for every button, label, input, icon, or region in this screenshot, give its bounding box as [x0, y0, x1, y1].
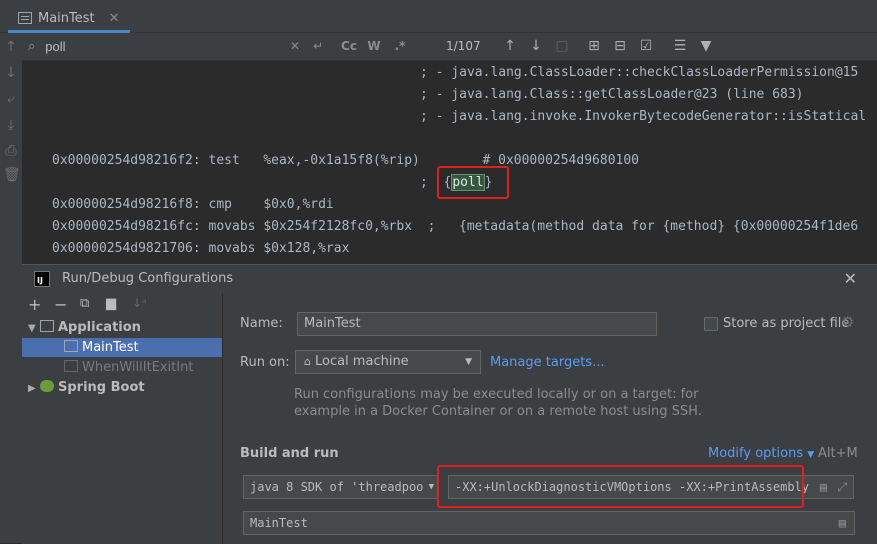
filter-results-icon[interactable]: ☰: [670, 36, 690, 56]
poll-annotation-box: [437, 166, 509, 199]
modify-options-link[interactable]: Modify options ▼: [708, 446, 814, 461]
code-line: ; - java.lang.invoke.InvokerBytecodeGene…: [420, 109, 867, 124]
sort-icon[interactable]: ↓ᵃ: [132, 296, 147, 310]
application-icon: [64, 340, 78, 352]
close-icon[interactable]: ✕: [109, 11, 120, 26]
code-line: ; - java.lang.Class::getClassLoader@23 (…: [420, 87, 804, 102]
tree-item-application[interactable]: ▼ Application: [28, 318, 141, 337]
tree-item-whenwillitexitint[interactable]: WhenWillItExitInt: [64, 358, 193, 377]
build-run-heading: Build and run: [240, 446, 339, 461]
clear-search-icon[interactable]: ✕: [288, 37, 302, 55]
tree-item-label: MainTest: [82, 340, 139, 355]
add-icon[interactable]: +: [28, 295, 41, 314]
code-line: 0x00000254d98216fc: movabs $0x254f2128fc…: [52, 219, 859, 234]
main-class-value: MainTest: [250, 516, 308, 530]
modify-options-label: Modify options: [708, 446, 804, 461]
code-line: ; - java.lang.ClassLoader::checkClassLoa…: [420, 65, 859, 80]
spring-boot-icon: [40, 380, 54, 392]
chevron-down-icon: ▼: [465, 357, 472, 367]
tab-title: MainTest: [38, 10, 95, 26]
chevron-down-icon: ▼: [428, 476, 434, 498]
previous-occurrence-icon[interactable]: ↑: [500, 36, 520, 56]
arrow-down-icon[interactable]: ↓: [3, 65, 19, 81]
scroll-to-end-icon[interactable]: ⤓: [3, 117, 19, 133]
funnel-icon[interactable]: ▼: [696, 36, 716, 56]
chevron-down-icon: ▼: [807, 450, 815, 460]
search-input[interactable]: [43, 37, 268, 55]
chevron-down-icon: ▼: [28, 323, 36, 334]
store-project-label: Store as project file: [723, 316, 850, 331]
select-all-icon[interactable]: ▢: [552, 36, 572, 56]
tool-gutter: ↑ ↓ ⤶ ⤓ ⎙ 🗑: [0, 33, 23, 543]
code-line: 0x00000254d9821706: movabs $0x128,%rax: [52, 241, 350, 256]
run-on-help-line-1: Run configurations may be executed local…: [294, 387, 699, 402]
select-all-occurrences-icon[interactable]: ☑: [636, 36, 656, 56]
tree-item-spring-boot[interactable]: ▶ Spring Boot: [28, 378, 145, 397]
configurations-tree-pane: + − ⧉ ▆ ↓ᵃ ▼ Application MainTest WhenWil…: [22, 293, 223, 544]
tree-item-label: Application: [58, 320, 141, 335]
editor-tab-bar: MainTest ✕: [0, 6, 877, 33]
tab-maintest[interactable]: MainTest ✕: [8, 6, 130, 33]
run-on-select[interactable]: ⌂ Local machine ▼: [295, 350, 481, 374]
jre-select[interactable]: java 8 SDK of 'threadpoo ▼: [243, 475, 439, 499]
next-occurrence-icon[interactable]: ↓: [526, 36, 546, 56]
soft-wrap-icon[interactable]: ⤶: [3, 91, 19, 107]
tree-toolbar: + − ⧉ ▆ ↓ᵃ: [22, 293, 222, 317]
modify-options-shortcut: Alt+M: [818, 446, 858, 461]
tree-item-label: WhenWillItExitInt: [82, 360, 194, 375]
code-line: 0x00000254d98216f2: test %eax,-0x1a15f8(…: [52, 153, 639, 168]
new-line-icon[interactable]: ↵: [310, 37, 326, 55]
code-view[interactable]: ; - java.lang.ClassLoader::checkClassLoa…: [22, 61, 877, 266]
search-icon: ⌕: [28, 38, 36, 54]
close-icon[interactable]: ✕: [844, 269, 857, 288]
main-class-input[interactable]: MainTest ▤: [243, 511, 855, 535]
gear-icon[interactable]: ⚙: [841, 313, 854, 331]
intellij-logo-icon: IJ: [34, 270, 50, 287]
code-line: 0x00000254d98216f8: cmp $0x0,%rdi: [52, 197, 334, 212]
home-icon: ⌂: [304, 355, 311, 368]
application-icon: [64, 360, 78, 372]
remove-selection-icon[interactable]: ⊟: [610, 36, 630, 56]
run-on-label: Run on:: [240, 355, 290, 370]
match-count: 1/107: [446, 39, 481, 53]
tree-item-label: Spring Boot: [58, 380, 145, 395]
manage-targets-link[interactable]: Manage targets...: [490, 355, 604, 370]
run-on-help-line-2: example in a Docker Container or on a re…: [294, 404, 702, 419]
browse-class-icon[interactable]: ▤: [839, 512, 846, 534]
add-selection-icon[interactable]: ⊞: [584, 36, 604, 56]
match-case-button[interactable]: Cc: [340, 37, 358, 55]
maximize-icon[interactable]: ⤢: [837, 476, 847, 498]
dialog-title: Run/Debug Configurations: [62, 271, 234, 286]
run-on-value: Local machine: [314, 354, 409, 369]
tree-item-maintest[interactable]: MainTest: [22, 338, 222, 357]
remove-icon[interactable]: −: [54, 295, 67, 314]
print-icon[interactable]: ⎙: [3, 143, 19, 159]
name-input[interactable]: MainTest: [297, 312, 657, 336]
folder-icon[interactable]: ▆: [106, 296, 116, 311]
application-icon: [40, 320, 54, 332]
whole-words-button[interactable]: W: [366, 37, 382, 55]
file-icon: [18, 12, 32, 24]
find-bar: ⌕ ✕ ↵ Cc W .* 1/107 ↑ ↓ ▢ ⊞ ⊟ ☑ ☰ ▼: [22, 33, 877, 61]
jre-value: java 8 SDK of 'threadpoo: [250, 480, 424, 494]
dialog-titlebar: IJ Run/Debug Configurations ✕: [22, 265, 877, 292]
vm-options-annotation-box: [437, 465, 804, 508]
trash-icon[interactable]: 🗑: [3, 167, 21, 183]
store-project-checkbox[interactable]: [704, 317, 718, 331]
expand-text-icon[interactable]: ▤: [819, 476, 827, 498]
copy-icon[interactable]: ⧉: [80, 296, 89, 311]
chevron-right-icon: ▶: [28, 383, 36, 394]
name-label: Name:: [240, 316, 283, 331]
arrow-up-icon[interactable]: ↑: [3, 39, 19, 55]
regex-button[interactable]: .*: [392, 37, 408, 55]
